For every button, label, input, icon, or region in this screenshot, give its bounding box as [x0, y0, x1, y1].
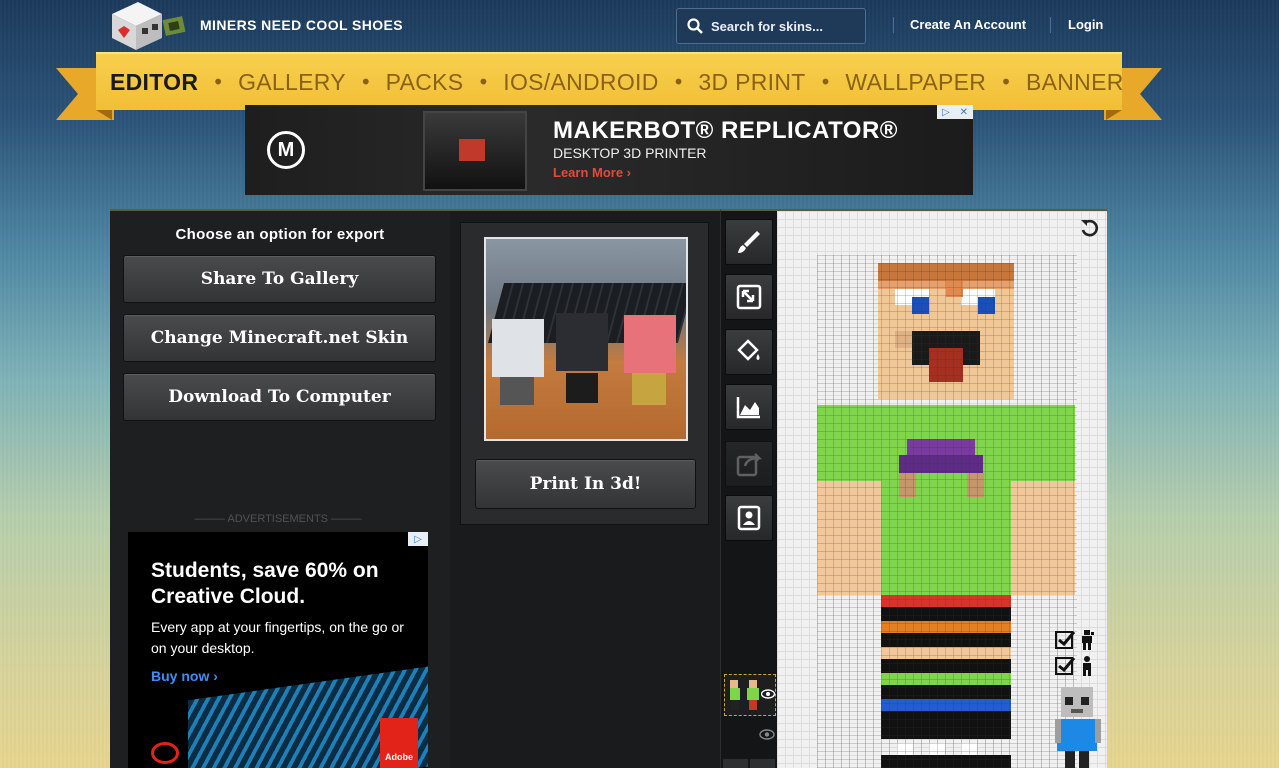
skin-3d-preview[interactable]	[1055, 687, 1101, 768]
brush-icon	[738, 231, 760, 253]
overlay-figure-icon	[1082, 630, 1094, 650]
show-overlay-toggle[interactable]	[1055, 629, 1097, 655]
bucket-tool[interactable]	[725, 329, 773, 375]
ad-subtitle: DESKTOP 3D PRINTER	[553, 145, 707, 161]
ad-buy-now[interactable]: Buy now ›	[151, 668, 218, 684]
contact-icon	[737, 505, 761, 531]
nav-banner[interactable]: BANNER	[1026, 69, 1124, 96]
advertisements-label: ––––– ADVERTISEMENTS –––––	[194, 513, 362, 525]
ad-title: MAKERBOT® REPLICATOR®	[553, 117, 898, 144]
nav-3d-print[interactable]: 3D PRINT	[698, 69, 805, 96]
skin-canvas[interactable]	[777, 209, 1107, 768]
creative-cloud-icon	[151, 742, 179, 764]
nav-separator: •	[359, 70, 372, 94]
figure-legs	[566, 373, 598, 403]
resize-icon	[736, 284, 762, 310]
papercraft-photo	[484, 237, 688, 441]
printer-image	[423, 111, 527, 191]
layer-scroll[interactable]	[721, 759, 778, 768]
export-panel: Choose an option for export Share To Gal…	[110, 209, 450, 768]
tool-palette	[720, 209, 777, 768]
nav-ios-android[interactable]: IOS/ANDROID	[503, 69, 658, 96]
download-to-computer-button[interactable]: Download To Computer	[123, 373, 436, 421]
nav-separator: •	[212, 70, 225, 94]
person-figure-icon	[1083, 656, 1091, 676]
bucket-icon	[737, 339, 760, 361]
share-tool[interactable]	[725, 441, 773, 487]
paper-figure-white	[492, 319, 544, 377]
search-placeholder: Search for skins...	[711, 18, 823, 34]
change-minecraft-skin-button[interactable]: Change Minecraft.net Skin	[123, 314, 436, 362]
search-icon	[687, 18, 703, 34]
noise-icon	[736, 397, 760, 419]
header-divider	[893, 17, 894, 33]
paper-figure-pink	[624, 315, 676, 373]
contact-tool[interactable]	[725, 495, 773, 541]
nav-separator: •	[1000, 70, 1012, 94]
share-icon	[736, 453, 763, 477]
adchoices-icon[interactable]: ▷	[408, 532, 428, 546]
nav-gallery[interactable]: GALLERY	[238, 69, 346, 96]
figure-legs	[632, 373, 666, 405]
nav-separator: •	[477, 70, 490, 94]
ad-cta[interactable]: Learn More ›	[553, 165, 631, 180]
checkbox-checked-icon[interactable]	[1055, 655, 1097, 677]
skin-pixel-art[interactable]	[817, 255, 1077, 768]
print-panel: Print In 3d!	[450, 209, 720, 768]
show-base-toggle[interactable]	[1055, 655, 1097, 681]
share-to-gallery-button[interactable]: Share To Gallery	[123, 255, 436, 303]
ad-subtext: Every app at your fingertips, on the go …	[151, 619, 404, 656]
print-box: Print In 3d!	[460, 222, 709, 525]
ad-headline: Students, save 60% on Creative Cloud.	[151, 559, 379, 608]
visibility-eye-icon[interactable]	[759, 729, 775, 740]
top-advertisement[interactable]: M MAKERBOT® REPLICATOR® DESKTOP 3D PRINT…	[245, 105, 973, 195]
nav-wallpaper[interactable]: WALLPAPER	[845, 69, 986, 96]
side-advertisement[interactable]: Students, save 60% on Creative Cloud. Ev…	[128, 532, 428, 768]
create-account-link[interactable]: Create An Account	[910, 17, 1026, 32]
visibility-eye-icon[interactable]	[761, 689, 775, 699]
undo-icon[interactable]	[1079, 217, 1101, 239]
makerbot-logo: M	[267, 131, 305, 169]
noise-tool[interactable]	[725, 384, 773, 430]
header-divider	[1050, 17, 1051, 33]
nav-separator: •	[672, 70, 685, 94]
nav-editor[interactable]: EDITOR	[110, 69, 198, 96]
checkbox-checked-icon[interactable]	[1055, 629, 1097, 651]
adobe-logo: Adobe	[380, 718, 418, 768]
site-brand[interactable]: MINERS NEED COOL SHOES	[200, 17, 403, 33]
search-input[interactable]: Search for skins...	[676, 8, 866, 44]
nav-separator: •	[819, 70, 832, 94]
export-title: Choose an option for export	[175, 226, 385, 243]
nav-ribbon: EDITOR • GALLERY • PACKS • IOS/ANDROID •…	[96, 52, 1124, 110]
site-logo[interactable]	[108, 0, 188, 52]
print-in-3d-button[interactable]: Print In 3d!	[475, 459, 696, 509]
layer-thumbnail[interactable]	[724, 674, 776, 716]
brush-tool[interactable]	[725, 219, 773, 265]
login-link[interactable]: Login	[1068, 17, 1103, 32]
nav-packs[interactable]: PACKS	[386, 69, 464, 96]
resize-tool[interactable]	[725, 274, 773, 320]
paper-figure-black	[556, 313, 608, 371]
adchoices-icon[interactable]: ▷ ✕	[937, 105, 973, 119]
figure-legs	[500, 377, 534, 405]
